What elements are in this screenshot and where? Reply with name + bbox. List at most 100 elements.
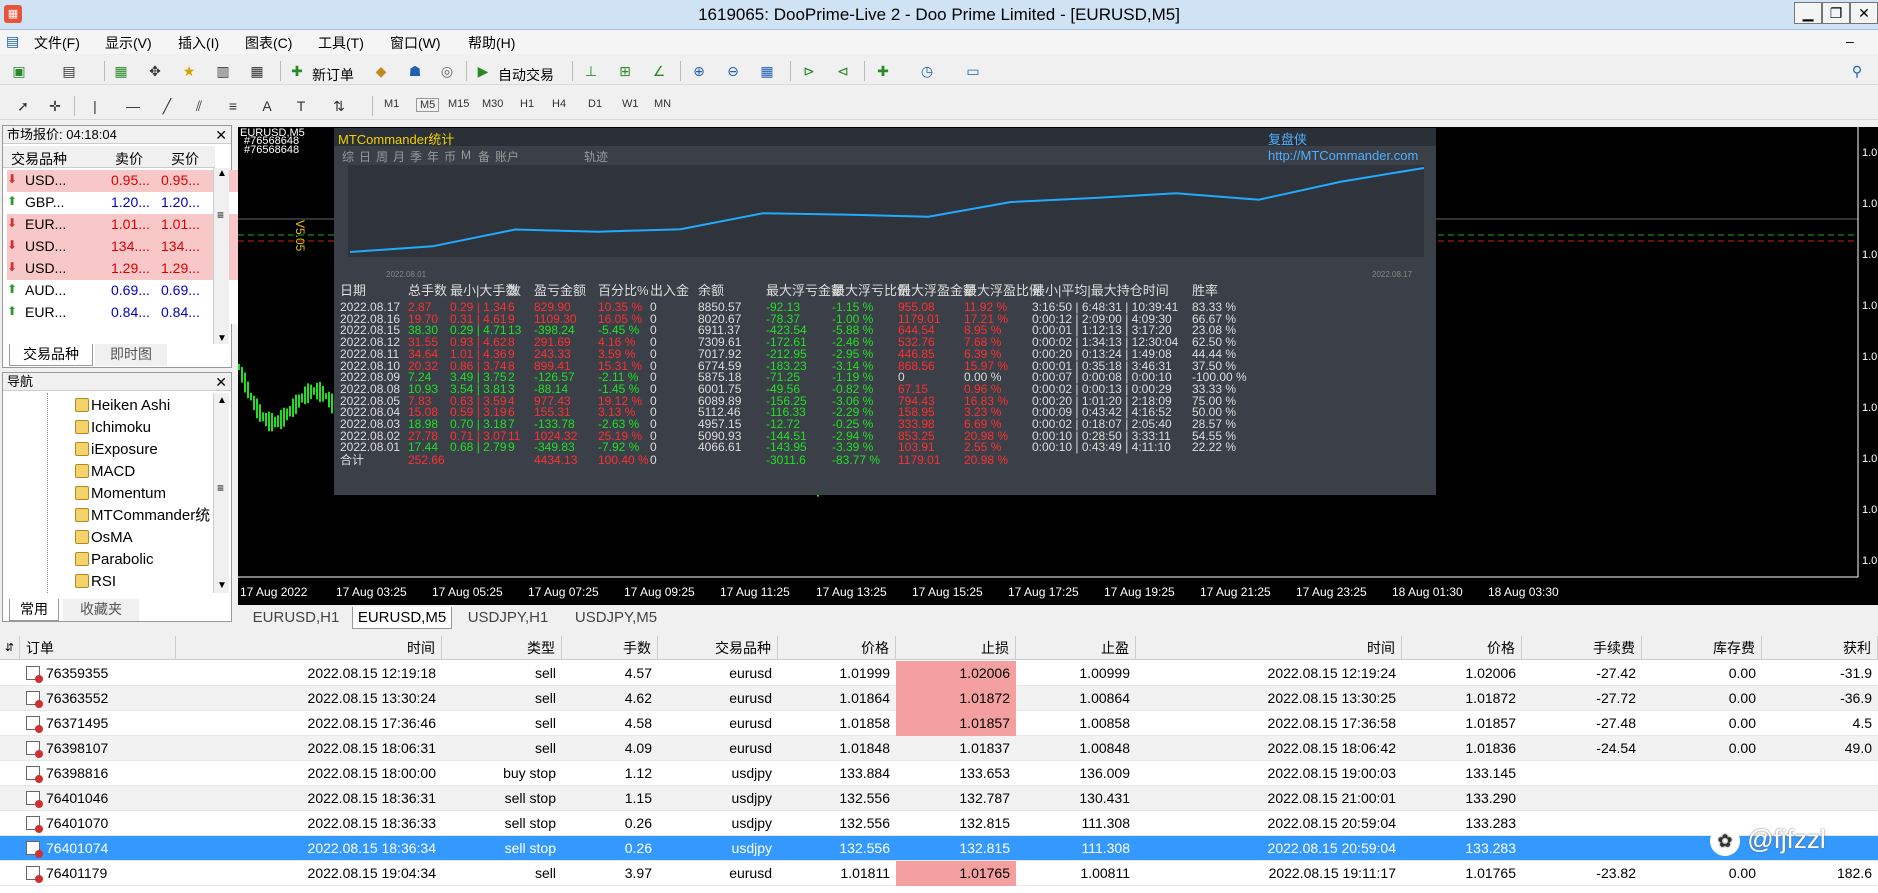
zoom-in-icon[interactable]: ⊕ — [688, 61, 710, 81]
order-row[interactable]: 76401046 2022.08.15 18:36:31 sell stop 1.15… — [0, 786, 1878, 811]
scroll-thumb[interactable]: ≡ — [217, 208, 224, 222]
market-watch-row[interactable]: ⬇ EUR... 1.01... 1.01... — [7, 214, 239, 236]
tab-favorites[interactable]: 收藏夹 — [63, 599, 139, 621]
crosshair-icon[interactable]: ✛ — [44, 96, 66, 116]
menu-file[interactable]: 文件(F) — [34, 33, 80, 53]
market-watch-row[interactable]: ⬇ USD... 0.95... 0.95... — [7, 170, 239, 192]
doc-icon[interactable]: ▤ — [6, 33, 19, 50]
orders-col-header[interactable]: 止盈 — [1016, 636, 1136, 660]
minimize-button[interactable]: ▁ — [1794, 2, 1822, 24]
line-chart-icon[interactable]: ∠ — [648, 61, 670, 81]
orders-col-header[interactable]: 库存费 — [1642, 636, 1762, 660]
close-icon[interactable]: ✕ — [215, 373, 227, 391]
mtc-tab[interactable]: M — [461, 148, 471, 162]
indicators-icon[interactable]: ✚ — [872, 61, 894, 81]
scroll-down-icon[interactable]: ▼ — [217, 580, 227, 591]
tf-mn[interactable]: MN — [654, 98, 671, 110]
scroll-down-icon[interactable]: ▼ — [217, 333, 227, 344]
new-chart-icon[interactable]: ▣ — [8, 61, 30, 81]
order-row[interactable]: 76363552 2022.08.15 13:30:24 sell 4.62 eurus… — [0, 686, 1878, 711]
market-watch-icon[interactable]: ▦ — [110, 61, 132, 81]
auto-trade-button[interactable]: 自动交易 — [498, 65, 554, 85]
scroll-up-icon[interactable]: ▲ — [217, 168, 227, 179]
menu-window[interactable]: 窗口(W) — [390, 33, 441, 53]
market-watch-scrollbar[interactable]: ▲ ≡ ▼ — [213, 168, 229, 344]
orders-col-header[interactable]: 交易品种 — [658, 636, 778, 660]
tf-m30[interactable]: M30 — [482, 98, 503, 110]
navigator-scrollbar[interactable]: ▲ ≡ ▼ — [213, 393, 229, 593]
order-row[interactable]: 76359355 2022.08.15 12:19:18 sell 4.57 eurus… — [0, 661, 1878, 686]
tf-h1[interactable]: H1 — [520, 98, 534, 110]
tile-windows-icon[interactable]: ▦ — [756, 61, 778, 81]
orders-col-header[interactable]: 类型 — [442, 636, 562, 660]
order-row[interactable]: 76398107 2022.08.15 18:06:31 sell 4.09 eurus… — [0, 736, 1878, 761]
market-watch-row[interactable]: ⬇ USD... 134.... 134.... — [7, 236, 239, 258]
chart-tab-usdjpy-m5[interactable]: USDJPY,M5 — [568, 607, 664, 629]
orders-col-header[interactable]: 手数 — [562, 636, 658, 660]
horizontal-line-icon[interactable]: — — [122, 96, 144, 116]
market-watch-row[interactable]: ⬆ GBP... 1.20... 1.20... — [7, 192, 239, 214]
text-label-icon[interactable]: T — [290, 96, 312, 116]
text-icon[interactable]: A — [256, 96, 278, 116]
tester-icon[interactable]: ▦ — [246, 61, 268, 81]
sort-icon[interactable]: ⇵ — [0, 636, 20, 660]
zoom-out-icon[interactable]: ⊖ — [722, 61, 744, 81]
navigator-item[interactable]: Momentum — [75, 483, 166, 505]
chart-shift-icon[interactable]: ⊳ — [798, 61, 820, 81]
scroll-thumb[interactable]: ≡ — [217, 481, 224, 495]
terminal-icon[interactable]: ▥ — [212, 61, 234, 81]
profiles-icon[interactable]: ▤ — [58, 61, 80, 81]
navigator-item[interactable]: iExposure — [75, 439, 158, 461]
tf-m1[interactable]: M1 — [384, 98, 399, 110]
navigator-item[interactable]: RSI — [75, 571, 116, 593]
menu-tools[interactable]: 工具(T) — [318, 33, 364, 53]
cursor-icon[interactable]: ➚ — [12, 96, 34, 116]
order-row[interactable]: 76401179 2022.08.15 19:04:34 sell 3.97 eurus… — [0, 861, 1878, 886]
channel-icon[interactable]: ⫽ — [188, 96, 210, 116]
col-symbol[interactable]: 交易品种 — [11, 149, 67, 169]
candlestick-icon[interactable]: ⊞ — [614, 61, 636, 81]
menu-charts[interactable]: 图表(C) — [245, 33, 292, 53]
market-watch-row[interactable]: ⬇ USD... 1.29... 1.29... — [7, 258, 239, 280]
menu-insert[interactable]: 插入(I) — [178, 33, 219, 53]
navigator-item[interactable]: Parabolic — [75, 549, 154, 571]
tf-m15[interactable]: M15 — [448, 98, 469, 110]
templates-icon[interactable]: ▭ — [962, 61, 984, 81]
chart-tab-eurusd-h1[interactable]: EURUSD,H1 — [248, 607, 344, 629]
data-window-icon[interactable]: ✥ — [144, 61, 166, 81]
navigator-item[interactable]: OsMA — [75, 527, 133, 549]
search-icon[interactable]: ⚲ — [1846, 61, 1868, 81]
navigator-item[interactable]: Heiken Ashi — [75, 395, 170, 417]
chart-tab-usdjpy-h1[interactable]: USDJPY,H1 — [460, 607, 556, 629]
auto-scroll-icon[interactable]: ⊲ — [832, 61, 854, 81]
menu-view[interactable]: 显示(V) — [105, 33, 152, 53]
orders-col-header[interactable]: 止损 — [896, 636, 1016, 660]
menu-help[interactable]: 帮助(H) — [468, 33, 515, 53]
close-icon[interactable]: ✕ — [215, 126, 227, 144]
orders-col-header[interactable]: 手续费 — [1522, 636, 1642, 660]
vertical-line-icon[interactable]: | — [84, 96, 106, 116]
order-row[interactable]: 76398816 2022.08.15 18:00:00 buy stop 1.12 u… — [0, 761, 1878, 786]
tf-d1[interactable]: D1 — [588, 98, 602, 110]
orders-col-header[interactable]: 价格 — [778, 636, 896, 660]
trendline-icon[interactable]: ╱ — [156, 96, 178, 116]
close-button[interactable]: ✕ — [1850, 2, 1878, 24]
experts-icon[interactable]: ☗ — [404, 61, 426, 81]
navigator-item[interactable]: Ichimoku — [75, 417, 151, 439]
orders-col-header[interactable]: 获利 — [1762, 636, 1878, 660]
market-watch-row[interactable]: ⬆ EUR... 0.84... 0.84... — [7, 302, 239, 324]
tf-w1[interactable]: W1 — [622, 98, 639, 110]
mtc-brand[interactable]: 复盘侠 http://MTCommander.com — [1268, 129, 1436, 163]
navigator-item[interactable]: MACD — [75, 461, 135, 483]
tf-h4[interactable]: H4 — [552, 98, 566, 110]
auto-trade-icon[interactable]: ▶ — [472, 61, 494, 81]
signals-icon[interactable]: ◎ — [436, 61, 458, 81]
new-order-icon[interactable]: ✚ — [286, 61, 308, 81]
order-row[interactable]: 76371495 2022.08.15 17:36:46 sell 4.58 eurus… — [0, 711, 1878, 736]
scroll-up-icon[interactable]: ▲ — [217, 395, 227, 406]
mdi-minimize-button[interactable]: – — [1846, 33, 1854, 49]
order-row[interactable]: 76401074 2022.08.15 18:36:34 sell stop 0.26… — [0, 836, 1878, 861]
orders-col-header[interactable]: 订单 — [20, 636, 176, 660]
periods-icon[interactable]: ◷ — [916, 61, 938, 81]
fibonacci-icon[interactable]: ≡ — [222, 96, 244, 116]
